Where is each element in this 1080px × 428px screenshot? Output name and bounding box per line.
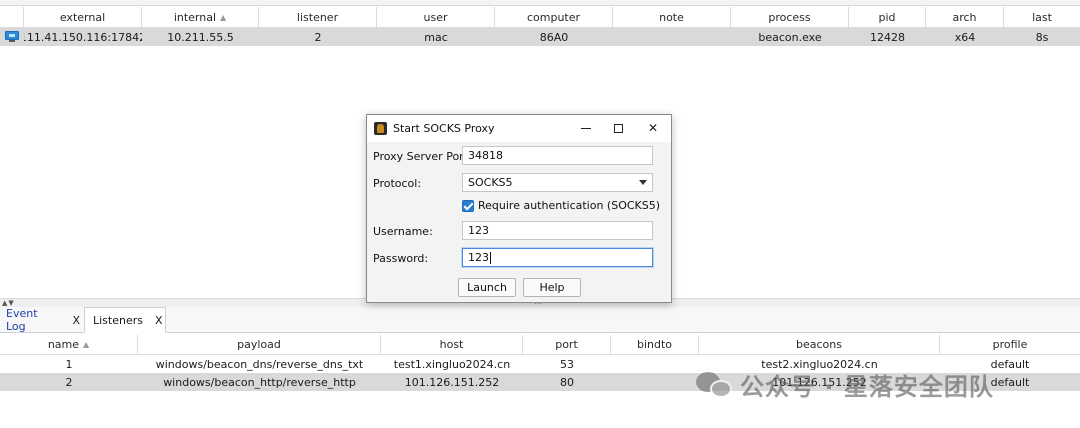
protocol-label: Protocol: [373, 177, 422, 190]
cell-bindto [611, 355, 699, 373]
cell-payload: windows/beacon_http/reverse_http [163, 375, 356, 389]
cell-port: 53 [560, 357, 574, 371]
cell-host: 101.126.151.252 [404, 375, 500, 389]
help-button[interactable]: Help [523, 278, 581, 297]
column-header-bindto[interactable]: bindto [611, 335, 699, 355]
collapse-arrows-icon[interactable]: ▲▼ [2, 299, 15, 307]
column-header-beacons[interactable]: beacons [699, 335, 940, 355]
cell-internal: 10.211.55.5 [167, 30, 234, 44]
column-header-process[interactable]: process [731, 7, 849, 28]
cell-process: beacon.exe [758, 30, 822, 44]
sort-ascending-icon: ▲ [83, 340, 90, 349]
chevron-down-icon [639, 180, 647, 185]
toolbar-strip [0, 0, 1080, 6]
cell-note [613, 28, 731, 46]
column-header-computer[interactable]: computer [495, 7, 613, 28]
column-header-external[interactable]: external [24, 7, 142, 28]
column-header-port[interactable]: port [523, 335, 611, 355]
username-value: 123 [468, 224, 489, 237]
column-header-pid[interactable]: pid [849, 7, 926, 28]
app-icon [374, 122, 387, 135]
watermark-text: 公众号 · 星落安全团队 [740, 373, 994, 401]
tab-close-button[interactable]: X [72, 314, 80, 327]
tab-listeners[interactable]: Listeners X [84, 307, 166, 333]
cell-port: 80 [560, 375, 574, 389]
protocol-select[interactable]: SOCKS5 [462, 173, 653, 192]
maximize-button[interactable] [607, 119, 629, 137]
beacon-icon-cell [0, 28, 24, 46]
column-header-last[interactable]: last [1004, 7, 1080, 28]
tab-label: Listeners [93, 313, 143, 327]
port-label: Proxy Server Port: [373, 150, 472, 163]
column-header-internal[interactable]: internal ▲ [142, 7, 259, 28]
listeners-table-header: name ▲ payload host port bindto beacons p… [0, 335, 1080, 355]
password-label: Password: [373, 252, 429, 265]
cell-name: 2 [65, 375, 73, 389]
dialog-title: Start SOCKS Proxy [393, 122, 495, 135]
column-header-arch[interactable]: arch [926, 7, 1004, 28]
port-field[interactable]: 34818 [462, 146, 653, 165]
column-header-host[interactable]: host [381, 335, 523, 355]
username-field[interactable]: 123 [462, 221, 653, 240]
minimize-icon [581, 127, 591, 129]
password-value: 123 [468, 251, 489, 264]
maximize-icon [613, 123, 623, 133]
table-row[interactable]: 111.41.150.116:17842 10.211.55.5 2 mac 8… [0, 28, 1080, 46]
start-socks-proxy-dialog: Start SOCKS Proxy ✕ Proxy Server Port: 3… [366, 114, 672, 303]
column-header-name[interactable]: name ▲ [0, 335, 138, 355]
auth-checkbox[interactable] [462, 199, 474, 212]
wechat-logo-icon [696, 370, 734, 400]
column-header-payload[interactable]: payload [138, 335, 381, 355]
protocol-value: SOCKS5 [468, 176, 513, 189]
close-icon: ✕ [647, 121, 659, 135]
dialog-title-bar[interactable]: Start SOCKS Proxy ✕ [367, 115, 671, 142]
column-header-user[interactable]: user [377, 7, 495, 28]
password-field[interactable]: 123 [462, 248, 653, 267]
watermark: 公众号 · 星落安全团队 [696, 367, 994, 402]
auth-checkbox-label: Require authentication (SOCKS5) [478, 199, 661, 212]
cell-bindto [611, 373, 699, 391]
column-header-profile[interactable]: profile [940, 335, 1080, 355]
beacons-table-header: external internal ▲ listener user compute… [0, 7, 1080, 28]
tab-event-log[interactable]: Event Log X [0, 307, 80, 333]
cell-listener: 2 [314, 30, 322, 44]
close-button[interactable]: ✕ [642, 119, 664, 137]
cell-payload: windows/beacon_dns/reverse_dns_txt [155, 357, 364, 371]
cell-pid: 12428 [870, 30, 905, 44]
tab-close-button[interactable]: X [155, 314, 163, 327]
launch-button[interactable]: Launch [458, 278, 516, 297]
cell-host: test1.xingluo2024.cn [393, 357, 511, 371]
tab-label: Event Log [6, 307, 38, 333]
column-header-listener[interactable]: listener [259, 7, 377, 28]
column-header-note[interactable]: note [613, 7, 731, 28]
minimize-button[interactable] [575, 119, 597, 137]
icon-column-header[interactable] [0, 7, 24, 28]
cell-last: 8s [1035, 30, 1049, 44]
cell-external: 111.41.150.116:17842 [24, 30, 142, 44]
cell-arch: x64 [954, 30, 976, 44]
sort-ascending-icon: ▲ [220, 12, 227, 22]
cell-name: 1 [65, 357, 73, 371]
port-value: 34818 [468, 149, 503, 162]
cell-computer: 86A0 [539, 30, 569, 44]
auth-checkbox-row[interactable]: Require authentication (SOCKS5) [462, 199, 660, 212]
username-label: Username: [373, 225, 433, 238]
monitor-icon [4, 31, 20, 43]
cell-user: mac [424, 30, 448, 44]
text-caret [490, 251, 491, 264]
